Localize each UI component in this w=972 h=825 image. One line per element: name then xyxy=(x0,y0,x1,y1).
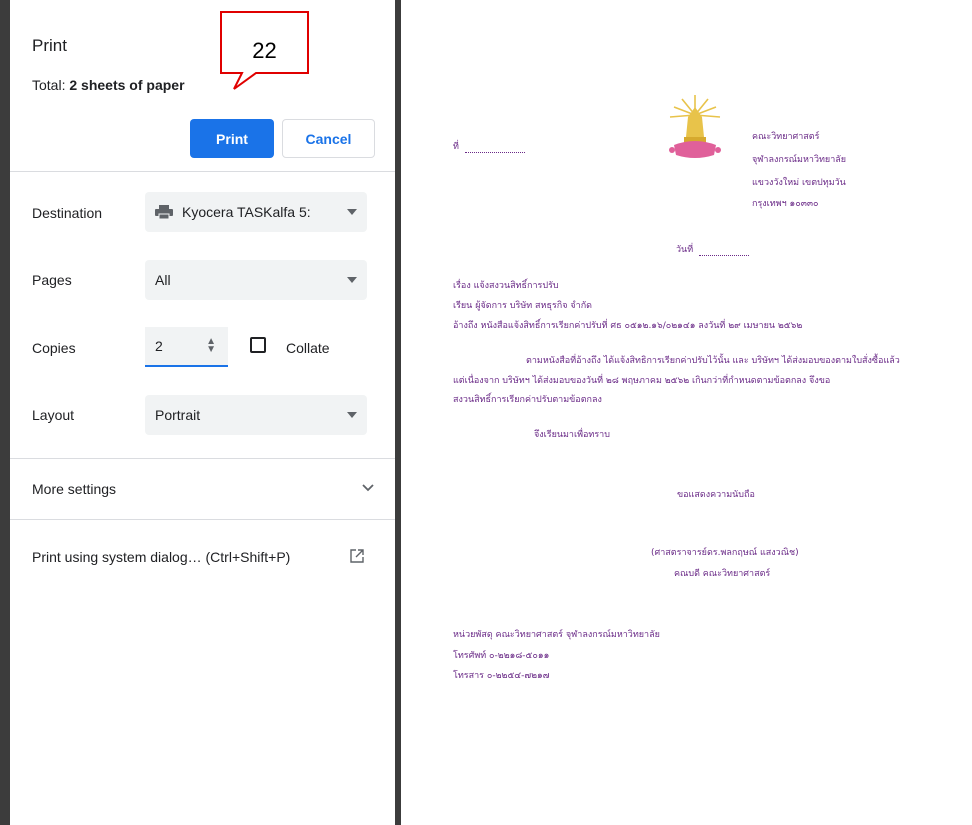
signer-name: (ศาสตราจารย์ดร.พลกฤษณ์ แสงวณิช) xyxy=(651,548,799,558)
layout-label: Layout xyxy=(32,407,75,423)
destination-value: Kyocera TASKalfa 5: xyxy=(182,204,311,220)
more-settings-toggle[interactable]: More settings xyxy=(32,481,116,497)
layout-value: Portrait xyxy=(155,407,201,423)
dropdown-caret-icon xyxy=(347,277,357,283)
collate-label: Collate xyxy=(286,340,330,356)
system-dialog-link[interactable]: Print using system dialog… (Ctrl+Shift+P… xyxy=(32,549,290,565)
copies-value: 2 xyxy=(155,338,163,354)
print-settings-panel: Print Total: 2 sheets of paper Print Can… xyxy=(10,0,395,825)
window-frame-left xyxy=(0,0,10,825)
date-label: วันที่ xyxy=(676,245,694,255)
total-prefix: Total: xyxy=(32,77,66,93)
letter-body-line: สงวนสิทธิ์การเรียกค่าปรับตามข้อตกลง xyxy=(453,395,602,405)
chevron-down-icon[interactable] xyxy=(362,484,374,492)
ref-no-label: ที่ xyxy=(453,142,459,152)
pages-select[interactable]: All xyxy=(145,260,367,300)
annotation-number: 22 xyxy=(252,38,277,63)
university-emblem-icon xyxy=(669,95,721,158)
sender-line: กรุงเทพฯ ๑๐๓๓๐ xyxy=(752,199,819,209)
reference-number: ที่ xyxy=(453,139,525,153)
closing-regards: ขอแสดงความนับถือ xyxy=(677,490,755,500)
destination-select[interactable]: Kyocera TASKalfa 5: xyxy=(145,192,367,232)
print-button[interactable]: Print xyxy=(190,119,274,158)
letter-body-line: แต่เนื่องจาก บริษัทฯ ได้ส่งมอบของวันที่ … xyxy=(453,376,831,386)
letter-subject: เรื่อง แจ้งสงวนสิทธิ์การปรับ xyxy=(453,281,559,291)
department-unit: หน่วยพัสดุ คณะวิทยาศาสตร์ จุฬาลงกรณ์มหาว… xyxy=(453,630,660,640)
collate-checkbox[interactable] xyxy=(250,337,266,353)
dropdown-caret-icon xyxy=(347,412,357,418)
total-value: 2 sheets of paper xyxy=(69,77,185,93)
open-external-icon[interactable] xyxy=(350,549,364,563)
letter-body-line: ตามหนังสือที่อ้างถึง ได้แจ้งสิทธิการเรีย… xyxy=(526,356,900,366)
cancel-button[interactable]: Cancel xyxy=(282,119,375,158)
letter-date: วันที่ xyxy=(676,242,750,256)
sender-line: จุฬาลงกรณ์มหาวิทยาลัย xyxy=(752,155,847,165)
copies-label: Copies xyxy=(32,340,76,356)
dialog-title: Print xyxy=(32,36,67,55)
phone-number: โทรศัพท์ ๐-๒๒๑๘-๕๐๑๑ xyxy=(453,651,550,661)
stepper-arrows-icon[interactable]: ▲ ▼ xyxy=(206,337,216,355)
blank-line xyxy=(699,248,750,256)
copies-stepper[interactable]: 2 ▲ ▼ xyxy=(145,327,228,367)
closing-inform: จึงเรียนมาเพื่อทราบ xyxy=(534,430,610,440)
blank-line xyxy=(464,145,525,153)
destination-label: Destination xyxy=(32,205,103,221)
pages-label: Pages xyxy=(32,272,72,288)
dropdown-caret-icon xyxy=(347,209,357,215)
sender-line: แขวงวังใหม่ เขตปทุมวัน xyxy=(752,178,846,188)
divider xyxy=(10,171,395,172)
layout-select[interactable]: Portrait xyxy=(145,395,367,435)
fax-number: โทรสาร ๐-๒๒๕๔-๗๒๑๗ xyxy=(453,671,550,681)
signer-title: คณบดี คณะวิทยาศาสตร์ xyxy=(674,569,771,579)
sender-line: คณะวิทยาศาสตร์ xyxy=(752,132,820,142)
pages-value: All xyxy=(155,272,171,288)
letter-reference: อ้างถึง หนังสือแจ้งสิทธิ์การเรียกค่าปรับ… xyxy=(453,321,803,331)
divider xyxy=(10,519,395,520)
print-preview-page: ที่ คณะวิทยาศาสตร์ จุฬาลงกรณ์มหาวิทยาลัย… xyxy=(401,0,972,825)
divider xyxy=(10,458,395,459)
sheet-total: Total: 2 sheets of paper xyxy=(32,77,185,93)
printer-icon xyxy=(155,205,173,219)
letter-recipient: เรียน ผู้จัดการ บริษัท สหธุรกิจ จำกัด xyxy=(453,301,593,311)
